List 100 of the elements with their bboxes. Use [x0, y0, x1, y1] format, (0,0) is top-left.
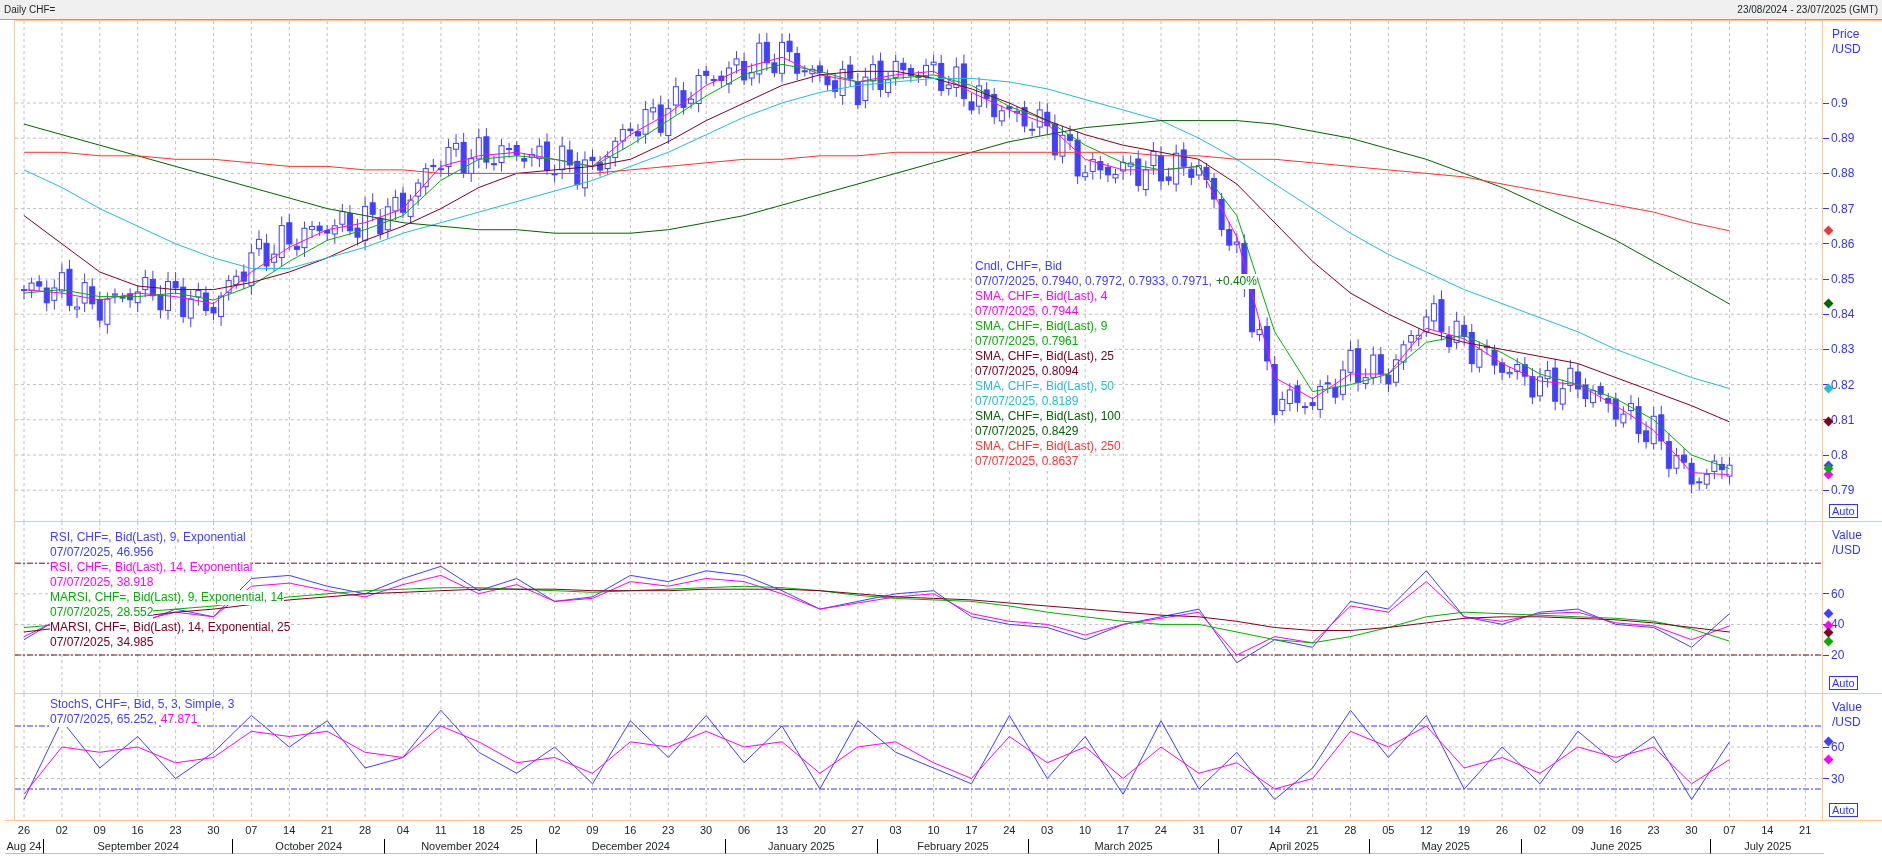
- day-label: 19: [1456, 822, 1472, 838]
- date-range-label: 23/08/2024 - 23/07/2025 (GMT): [1737, 3, 1878, 17]
- legend-reading: 07/07/2025, 38.918: [50, 575, 154, 590]
- legend-reading: 07/07/2025, 65.252,: [50, 712, 157, 727]
- month-label: February 2025: [876, 839, 1029, 854]
- day-label: 23: [661, 822, 676, 838]
- month-label: July 2025: [1710, 839, 1825, 854]
- legend-label: RSI, CHF=, Bid(Last), 14, Exponential: [50, 560, 253, 575]
- auto-button[interactable]: Auto: [1829, 803, 1858, 817]
- legend-label: SMA, CHF=, Bid(Last), 9: [975, 319, 1108, 334]
- legend-label: SMA, CHF=, Bid(Last), 4: [975, 289, 1108, 304]
- legend-label: MARSI, CHF=, Bid(Last), 9, Exponential, 14: [50, 590, 284, 605]
- day-label: 21: [1798, 822, 1813, 838]
- day-label: 02: [54, 822, 69, 838]
- legend-reading: 07/07/2025, 0.8429: [975, 424, 1079, 439]
- day-label: 05: [1381, 822, 1396, 838]
- day-label: 24: [1002, 822, 1017, 838]
- day-label: 11: [434, 822, 448, 838]
- axis-label: 0.79: [1831, 482, 1855, 500]
- day-label: 09: [585, 822, 600, 838]
- axis-label: 60: [1831, 585, 1845, 603]
- day-label: 03: [888, 822, 903, 838]
- day-label: 17: [964, 822, 979, 838]
- legend-reading: 07/07/2025, 0.7961: [975, 334, 1079, 349]
- legend-reading: 07/07/2025, 0.7944: [975, 304, 1079, 319]
- chart-title: Daily CHF=: [4, 3, 56, 17]
- month-label: December 2024: [535, 839, 726, 854]
- day-label: 21: [1305, 822, 1320, 838]
- month-label: April 2025: [1217, 839, 1370, 854]
- axis-label: 0.89: [1831, 130, 1855, 148]
- axis-label: 0.81: [1831, 411, 1855, 429]
- axis-label: 0.8: [1831, 447, 1848, 464]
- auto-button[interactable]: Auto: [1829, 676, 1858, 690]
- day-label: 07: [1229, 822, 1244, 838]
- axis-label: 30: [1831, 770, 1845, 788]
- legend-reading: 07/07/2025, 46.956: [50, 545, 154, 560]
- day-label: 16: [130, 822, 145, 838]
- day-label: 07: [244, 822, 259, 838]
- legend-label: SMA, CHF=, Bid(Last), 50: [975, 379, 1115, 394]
- axis-label: 0.88: [1831, 165, 1855, 183]
- legend-label: Cndl, CHF=, Bid: [975, 259, 1063, 274]
- legend-label: MARSI, CHF=, Bid(Last), 14, Exponential, 25: [50, 620, 291, 635]
- month-label: May 2025: [1369, 839, 1521, 854]
- legend-reading: 07/07/2025, 0.7940, 0.7972, 0.7933, 0.7971,: [975, 274, 1212, 289]
- axis-label: 0.84: [1831, 306, 1855, 324]
- day-label: 24: [1153, 822, 1168, 838]
- day-label: 28: [357, 822, 373, 838]
- day-label: 12: [1419, 822, 1434, 838]
- day-label: 14: [1267, 822, 1282, 838]
- day-label: 07: [1722, 822, 1737, 838]
- day-label: 06: [736, 822, 752, 838]
- auto-button[interactable]: Auto: [1829, 504, 1858, 518]
- day-label: 10: [1077, 822, 1093, 838]
- day-label: 23: [1646, 822, 1661, 838]
- month-label: Aug 24: [5, 839, 43, 854]
- day-label: 09: [92, 822, 107, 838]
- legend-reading: 07/07/2025, 28.552: [50, 605, 154, 620]
- day-label: 03: [1040, 822, 1055, 838]
- axis-label: 20: [1831, 647, 1845, 664]
- day-label: 13: [774, 822, 790, 838]
- axis-title: Value /USD: [1832, 528, 1863, 558]
- month-label: June 2025: [1520, 839, 1711, 854]
- day-label: 30: [698, 822, 714, 838]
- day-label: 10: [926, 822, 941, 838]
- day-label: 09: [1570, 822, 1585, 838]
- axis-label: 0.83: [1831, 341, 1855, 359]
- day-label: 16: [623, 822, 638, 838]
- day-label: 16: [1608, 822, 1623, 838]
- day-label: 27: [850, 822, 865, 838]
- day-label: 17: [1115, 822, 1131, 838]
- axis-label: 0.86: [1831, 235, 1855, 253]
- day-label: 02: [547, 822, 562, 838]
- axis-label: 60: [1831, 739, 1845, 756]
- legend-reading: 07/07/2025, 34.985: [50, 635, 154, 650]
- legend-reading: +0.40%: [1215, 274, 1257, 289]
- month-label: March 2025: [1028, 839, 1218, 854]
- legend-label: StochS, CHF=, Bid, 5, 3, Simple, 3: [50, 697, 235, 712]
- axis-title: Price /USD: [1832, 27, 1862, 57]
- month-label: January 2025: [725, 839, 877, 854]
- day-label: 20: [812, 822, 827, 838]
- month-label: October 2024: [232, 839, 384, 854]
- day-label: 14: [1760, 822, 1775, 838]
- day-label: 02: [1532, 822, 1547, 838]
- day-label: 18: [471, 822, 486, 838]
- day-label: 31: [1191, 822, 1206, 838]
- legend-reading: 07/07/2025, 0.8094: [975, 364, 1079, 379]
- legend-label: SMA, CHF=, Bid(Last), 250: [975, 439, 1121, 454]
- axis-label: 0.87: [1831, 200, 1855, 218]
- legend-reading: 07/07/2025, 0.8637: [975, 454, 1079, 469]
- day-label: 28: [1343, 822, 1358, 838]
- day-label: 26: [16, 822, 32, 838]
- axis-title: Value /USD: [1832, 700, 1863, 730]
- legend-reading: 47.871: [160, 712, 198, 727]
- axis-label: 0.82: [1831, 376, 1855, 394]
- day-label: 04: [395, 822, 411, 838]
- day-label: 14: [282, 822, 297, 838]
- legend-label: SMA, CHF=, Bid(Last), 25: [975, 349, 1115, 364]
- day-label: 25: [509, 822, 524, 838]
- month-label: November 2024: [384, 839, 536, 854]
- month-label: September 2024: [42, 839, 233, 854]
